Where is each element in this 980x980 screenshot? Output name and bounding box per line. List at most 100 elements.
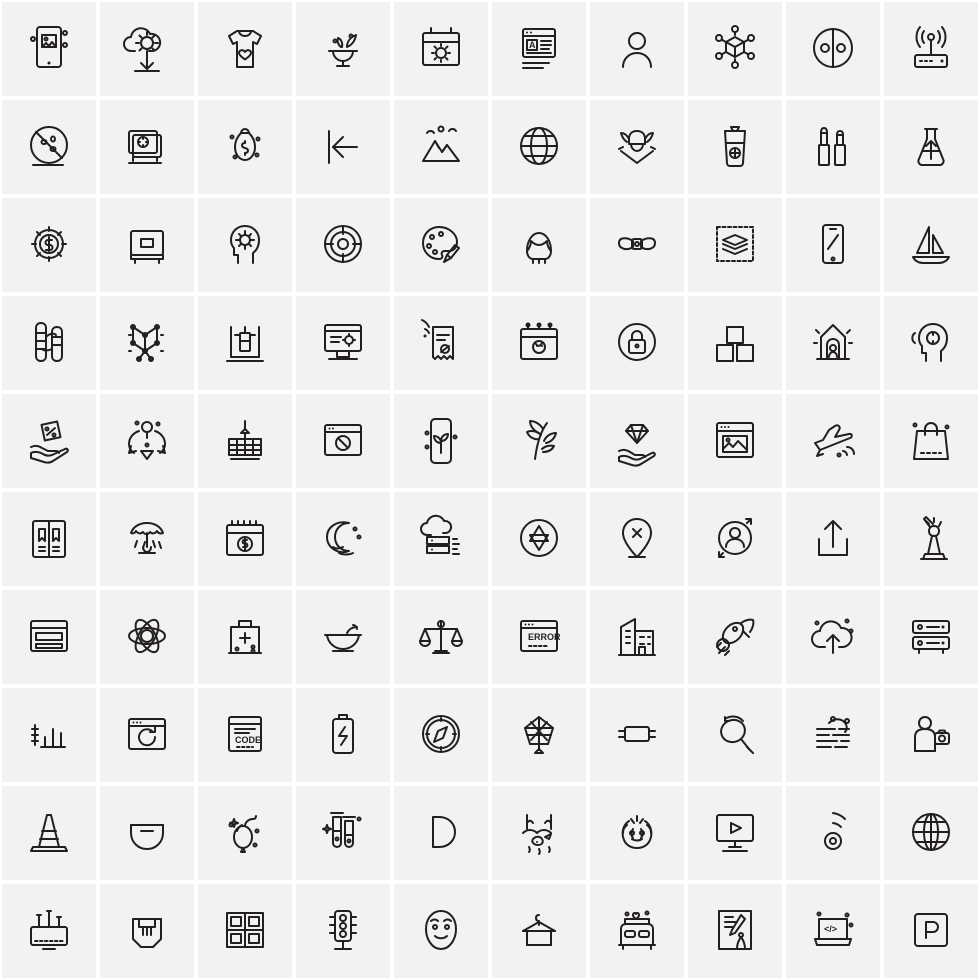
browser-error-page-icon[interactable]: ERROR bbox=[490, 588, 588, 686]
compass-navigation-icon[interactable] bbox=[392, 686, 490, 784]
computer-monitor-stand-icon[interactable] bbox=[0, 882, 98, 980]
romantic-dinner-bed-icon[interactable] bbox=[588, 882, 686, 980]
wifi-receipt-bill-icon[interactable] bbox=[392, 294, 490, 392]
target-crosshair-icon[interactable] bbox=[294, 196, 392, 294]
tshirt-heart-print-icon[interactable] bbox=[196, 0, 294, 98]
user-orbit-circle-icon[interactable] bbox=[686, 490, 784, 588]
magnifier-search-analysis-icon[interactable] bbox=[686, 686, 784, 784]
paint-palette-brush-icon[interactable] bbox=[392, 196, 490, 294]
office-building-icon[interactable] bbox=[588, 588, 686, 686]
open-book-bookmarks-icon[interactable] bbox=[0, 490, 98, 588]
cloud-server-database-icon[interactable] bbox=[392, 490, 490, 588]
smiling-face-mask-icon[interactable] bbox=[392, 882, 490, 980]
net-mesh-pattern-icon[interactable] bbox=[490, 686, 588, 784]
rocket-launch-icon[interactable] bbox=[686, 588, 784, 686]
bow-tie-icon[interactable] bbox=[588, 196, 686, 294]
upload-tray-icon[interactable] bbox=[784, 490, 882, 588]
server-rack-icon[interactable] bbox=[882, 588, 980, 686]
calendar-dollar-payday-icon[interactable] bbox=[196, 490, 294, 588]
wig-hair-icon[interactable] bbox=[490, 196, 588, 294]
fairy-tale-house-icon[interactable] bbox=[784, 294, 882, 392]
window-four-panes-icon[interactable] bbox=[196, 882, 294, 980]
cloud-upload-icon[interactable] bbox=[784, 588, 882, 686]
browser-refresh-loading-icon[interactable] bbox=[98, 686, 196, 784]
calendar-sun-icon[interactable] bbox=[392, 0, 490, 98]
mortar-pestle-herbs-icon[interactable] bbox=[294, 0, 392, 98]
atom-molecule-icon[interactable] bbox=[98, 588, 196, 686]
soup-bowl-spoon-icon[interactable] bbox=[294, 588, 392, 686]
lipstick-cosmetics-icon[interactable] bbox=[784, 98, 882, 196]
chemistry-test-tubes-icon[interactable] bbox=[294, 784, 392, 882]
clothes-hanger-towel-icon[interactable] bbox=[490, 882, 588, 980]
recycling-arrows-icon[interactable] bbox=[98, 392, 196, 490]
rain-cloud-umbrella-icon[interactable] bbox=[98, 490, 196, 588]
half-circle-shape-icon[interactable] bbox=[392, 784, 490, 882]
cloud-settings-upload-icon[interactable] bbox=[98, 0, 196, 98]
browser-no-image-icon[interactable] bbox=[294, 392, 392, 490]
safe-deposit-box-icon[interactable] bbox=[98, 196, 196, 294]
arrow-to-left-line-icon[interactable] bbox=[294, 98, 392, 196]
airplane-departure-icon[interactable] bbox=[784, 392, 882, 490]
mobile-plant-growth-icon[interactable] bbox=[392, 392, 490, 490]
desktop-settings-icon[interactable] bbox=[294, 294, 392, 392]
browser-image-window-icon[interactable] bbox=[686, 392, 784, 490]
sailboat-icon[interactable] bbox=[882, 196, 980, 294]
hand-discount-tag-icon[interactable] bbox=[0, 392, 98, 490]
bamboo-plant-icon[interactable] bbox=[0, 294, 98, 392]
parking-sign-icon[interactable] bbox=[882, 882, 980, 980]
yin-yang-circle-icon[interactable] bbox=[784, 0, 882, 98]
laboratory-flask-arrow-icon[interactable] bbox=[882, 98, 980, 196]
cube-network-icon[interactable] bbox=[686, 0, 784, 98]
star-of-david-circle-icon[interactable] bbox=[490, 490, 588, 588]
branch-leaves-icon[interactable] bbox=[490, 392, 588, 490]
calendar-artist-palette-icon[interactable] bbox=[490, 294, 588, 392]
ethernet-port-icon[interactable] bbox=[98, 882, 196, 980]
no-pills-prohibited-icon[interactable] bbox=[0, 98, 98, 196]
globe-grid-icon[interactable] bbox=[490, 98, 588, 196]
person-photo-camera-icon[interactable] bbox=[882, 686, 980, 784]
money-bag-dollar-icon[interactable] bbox=[196, 98, 294, 196]
padlock-circle-icon[interactable] bbox=[588, 294, 686, 392]
hand-diamond-icon[interactable] bbox=[588, 392, 686, 490]
traffic-cone-icon[interactable] bbox=[0, 784, 98, 882]
location-pin-cancel-icon[interactable] bbox=[588, 490, 686, 588]
cocktail-drink-glass-icon[interactable] bbox=[686, 98, 784, 196]
head-brain-atom-icon[interactable] bbox=[196, 196, 294, 294]
scroll-compass-drafting-icon[interactable] bbox=[686, 882, 784, 980]
mountain-landscape-icon[interactable] bbox=[392, 98, 490, 196]
laptop-code-icon[interactable]: </> bbox=[784, 882, 882, 980]
wireless-signal-icon[interactable] bbox=[784, 784, 882, 882]
molecular-lattice-icon[interactable] bbox=[98, 294, 196, 392]
smartphone-screen-icon[interactable] bbox=[784, 196, 882, 294]
safe-vault-camera-icon[interactable] bbox=[98, 98, 196, 196]
brick-wall-smoke-icon[interactable] bbox=[784, 686, 882, 784]
audio-equalizer-icon[interactable] bbox=[0, 686, 98, 784]
mobile-photo-gallery-icon[interactable] bbox=[0, 0, 98, 98]
traffic-light-signal-icon[interactable] bbox=[294, 882, 392, 980]
medical-first-aid-box-icon[interactable] bbox=[196, 588, 294, 686]
browser-window-layout-icon[interactable] bbox=[0, 588, 98, 686]
capacitor-component-icon[interactable] bbox=[588, 686, 686, 784]
head-idea-bulb-icon[interactable] bbox=[882, 294, 980, 392]
crane-hook-container-icon[interactable] bbox=[196, 392, 294, 490]
balance-scales-justice-icon[interactable] bbox=[392, 588, 490, 686]
statue-of-liberty-icon[interactable] bbox=[882, 490, 980, 588]
battery-charging-icon[interactable] bbox=[294, 686, 392, 784]
viking-helmet-swords-icon[interactable] bbox=[588, 98, 686, 196]
wifi-router-icon[interactable] bbox=[882, 0, 980, 98]
code-browser-window-icon[interactable]: CODE bbox=[196, 686, 294, 784]
crescent-moon-clouds-icon[interactable] bbox=[294, 490, 392, 588]
dollar-gear-settings-icon[interactable] bbox=[0, 196, 98, 294]
user-avatar-icon[interactable] bbox=[588, 0, 686, 98]
cubes-blocks-icon[interactable] bbox=[686, 294, 784, 392]
layers-stack-icon[interactable] bbox=[686, 196, 784, 294]
chemistry-stand-burner-icon[interactable] bbox=[196, 294, 294, 392]
video-play-monitor-icon[interactable] bbox=[686, 784, 784, 882]
laurel-wreath-award-icon[interactable] bbox=[588, 784, 686, 882]
globe-wireframe-icon[interactable] bbox=[882, 784, 980, 882]
minus-circle-bowl-icon[interactable] bbox=[98, 784, 196, 882]
online-article-document-icon[interactable]: A bbox=[490, 0, 588, 98]
balloon-celebration-icon[interactable] bbox=[196, 784, 294, 882]
fishing-hook-fish-icon[interactable] bbox=[490, 784, 588, 882]
shopping-bag-icon[interactable] bbox=[882, 392, 980, 490]
